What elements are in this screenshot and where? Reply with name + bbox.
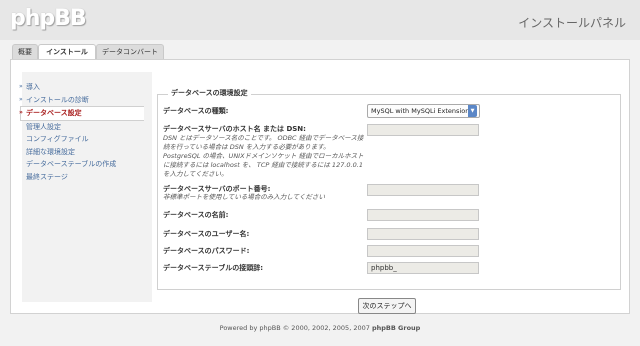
dbpasswd-row: データベースのパスワード: (163, 245, 603, 257)
prefix-label: データベーステーブルの接頭辞: (163, 264, 264, 272)
footer: Powered by phpBB © 2000, 2002, 2005, 200… (0, 324, 640, 332)
tab-overview[interactable]: 概要 (12, 44, 38, 60)
next-step-button[interactable]: 次のステップへ (358, 298, 416, 314)
sidebar-item-label: インストールの診断 (26, 95, 89, 104)
dbms-selected-value: MySQL with MySQLi Extension (371, 107, 470, 115)
arrow-icon: » (19, 109, 23, 116)
dbname-label: データベースの名前: (163, 211, 229, 219)
sidebar-item-label: コンフィグファイル (26, 135, 89, 143)
dbhost-label: データベースサーバのホスト名 または DSN: (163, 125, 306, 133)
dbhost-description: DSN とはデータソース名のことです。 ODBC 経由でデータベース接続を行って… (163, 134, 364, 178)
arrow-icon: » (19, 95, 23, 103)
dbport-row: データベースサーバのポート番号: 非標準ポートを使用している場合のみ入力してくだ… (163, 184, 603, 206)
sidebar-item-intro[interactable]: » 導入 (19, 81, 141, 94)
dbuser-row: データベースのユーザー名: (163, 228, 603, 240)
sidebar-item-label: データベーステーブルの作成 (26, 160, 117, 168)
footer-copyright: Powered by phpBB © 2000, 2002, 2005, 200… (219, 324, 372, 332)
chevron-down-icon: ▼ (468, 105, 477, 117)
dbport-description: 非標準ポートを使用している場合のみ入力してください (163, 193, 325, 201)
sidebar-item-requirements[interactable]: » インストールの診断 (19, 94, 141, 107)
dbhost-input[interactable] (367, 124, 479, 136)
dbhost-row: データベースサーバのホスト名 または DSN: DSN とはデータソース名のこと… (163, 124, 603, 184)
prefix-row: データベーステーブルの接頭辞: phpbb_ (163, 262, 603, 274)
sidebar-item-final[interactable]: 最終ステージ (21, 171, 141, 184)
sidebar-item-label: 最終ステージ (26, 172, 68, 181)
page: { "header": { "logo": "phpBB", "panel_ti… (0, 0, 640, 346)
sidebar-item-label: 管理人設定 (26, 122, 61, 131)
dbuser-input[interactable] (367, 228, 479, 240)
dbport-input[interactable] (367, 184, 479, 196)
sidebar-item-label: 導入 (26, 83, 40, 91)
panel-title: インストールパネル (518, 16, 626, 30)
arrow-icon: » (19, 83, 23, 90)
sidebar-item-config[interactable]: コンフィグファイル (21, 133, 141, 146)
prefix-input[interactable]: phpbb_ (367, 262, 479, 274)
fieldset-legend: データベースの環境設定 (168, 88, 251, 98)
sidebar-item-create-table[interactable]: データベーステーブルの作成 (21, 158, 141, 171)
phpbb-logo: phpBB (10, 6, 87, 31)
dbms-label: データベースの種類: (163, 107, 229, 115)
sidebar-item-database[interactable]: » データベース設定 (19, 106, 144, 121)
sidebar-item-label: 詳細な環境設定 (26, 147, 75, 156)
dbpasswd-label: データベースのパスワード: (163, 247, 250, 255)
dbname-input[interactable] (367, 209, 479, 221)
sidebar-item-label: データベース設定 (26, 109, 82, 117)
dbuser-label: データベースのユーザー名: (163, 230, 250, 238)
header: phpBB インストールパネル (0, 0, 640, 40)
sidebar: » 導入 » インストールの診断 » データベース設定 管理人設定 コンフィグファイル… (19, 81, 144, 184)
dbms-select[interactable]: MySQL with MySQLi Extension ▼ (367, 104, 480, 118)
sidebar-item-admin[interactable]: 管理人設定 (21, 121, 141, 134)
dbpasswd-input[interactable] (367, 245, 479, 257)
dbname-row: データベースの名前: (163, 209, 603, 221)
sidebar-item-advanced[interactable]: 詳細な環境設定 (21, 146, 141, 159)
tab-convert[interactable]: データコンバート (96, 44, 164, 60)
dbms-row: データベースの種類: MySQL with MySQLi Extension ▼ (163, 104, 603, 118)
footer-group-link[interactable]: phpBB Group (372, 324, 420, 332)
